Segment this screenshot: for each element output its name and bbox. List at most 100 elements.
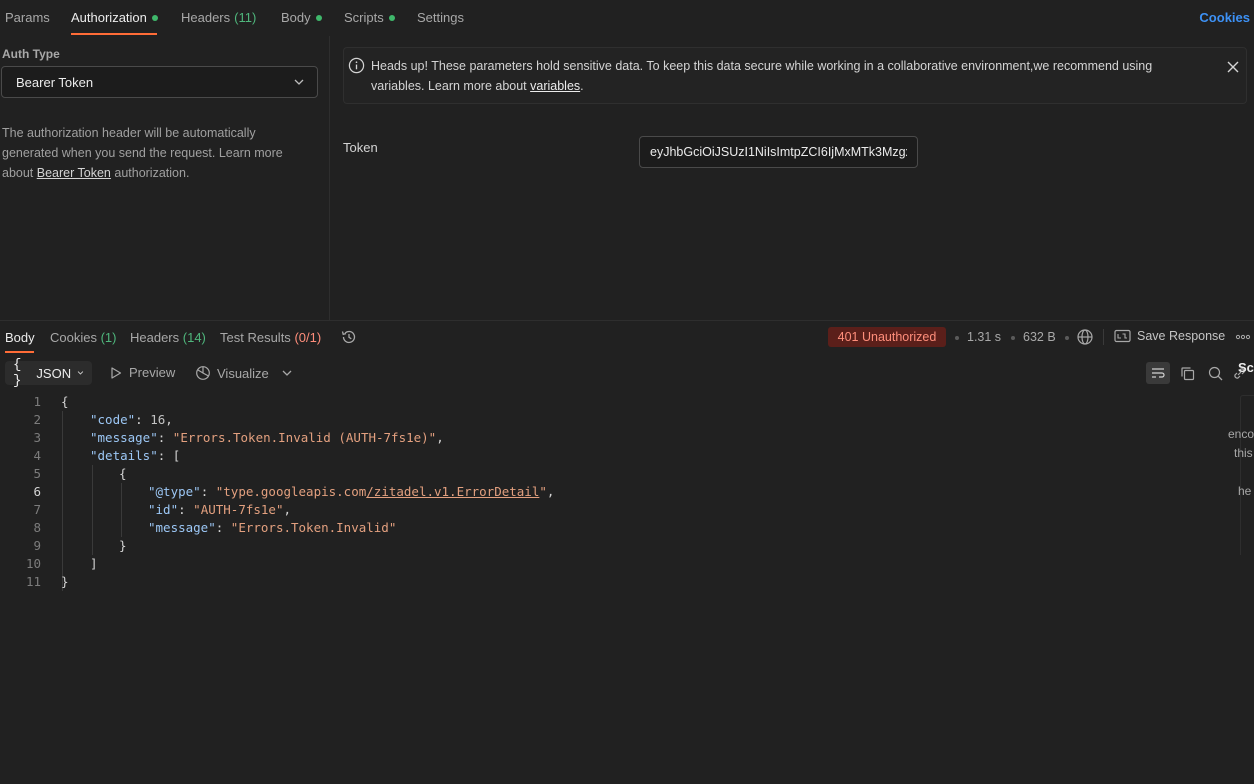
- response-tab-headers-label: Headers: [130, 330, 180, 345]
- json-key: "details": [90, 448, 158, 463]
- response-tab-cookies[interactable]: Cookies (1): [50, 330, 116, 345]
- json-value: 16: [150, 412, 166, 427]
- active-response-tab-indicator: [5, 351, 34, 353]
- token-input[interactable]: [639, 136, 918, 168]
- auth-desc-end: authorization.: [110, 166, 190, 180]
- modified-dot: [388, 14, 395, 21]
- response-tab-test-results[interactable]: Test Results (0/1): [220, 330, 321, 345]
- bearer-token-link[interactable]: Bearer Token: [37, 166, 111, 180]
- format-value: JSON: [36, 365, 72, 381]
- auth-type-select[interactable]: Bearer Token: [1, 66, 318, 98]
- code-text: "@type": "type.googleapis.com/zitadel.v1…: [148, 484, 555, 499]
- braces-icon: { }: [13, 357, 22, 389]
- tab-scripts-label: Scripts: [344, 10, 384, 25]
- line-number: 7: [33, 502, 41, 517]
- response-size[interactable]: 632 B: [1023, 330, 1056, 344]
- close-icon[interactable]: [1226, 60, 1240, 74]
- history-icon[interactable]: [340, 328, 358, 346]
- code-text: "id": "AUTH-7fs1e",: [148, 502, 292, 517]
- response-tab-body[interactable]: Body: [5, 330, 35, 345]
- response-tab-headers[interactable]: Headers (14): [130, 330, 206, 345]
- auth-type-label: Auth Type: [2, 47, 60, 61]
- response-tab-tests-label: Test Results: [220, 330, 291, 345]
- code-text: "message": "Errors.Token.Invalid": [148, 520, 397, 535]
- clipped-side-panel: [1240, 395, 1254, 555]
- code-text: {: [61, 394, 69, 409]
- copy-button[interactable]: [1175, 362, 1199, 384]
- code-text: "message": "Errors.Token.Invalid (AUTH-7…: [90, 430, 444, 445]
- more-options-icon[interactable]: [1235, 334, 1251, 340]
- json-value: "type.googleapis.com/zitadel.v1.ErrorDet…: [216, 484, 547, 499]
- format-select[interactable]: { } JSON: [5, 357, 92, 389]
- separator-dot: [1011, 336, 1015, 340]
- wrap-lines-button[interactable]: [1146, 362, 1170, 384]
- line-number: 5: [33, 466, 41, 481]
- json-key: "id": [148, 502, 179, 517]
- response-tab-cookies-count: (1): [100, 330, 117, 345]
- pane-divider[interactable]: [0, 320, 1254, 321]
- json-key: "code": [90, 412, 136, 427]
- tab-body-label: Body: [281, 10, 311, 25]
- search-button[interactable]: [1203, 362, 1227, 384]
- save-response-label: Save Response: [1137, 329, 1226, 343]
- tab-settings[interactable]: Settings: [417, 10, 464, 25]
- status-badge[interactable]: 401 Unauthorized: [828, 327, 946, 347]
- response-time[interactable]: 1.31 s: [967, 330, 1001, 344]
- cookies-link[interactable]: Cookies: [1199, 10, 1250, 25]
- response-tab-tests-count: (0/1): [294, 330, 322, 345]
- alert-end: .: [580, 79, 584, 93]
- json-value: "AUTH-7fs1e": [193, 502, 284, 517]
- json-key: "message": [90, 430, 158, 445]
- tab-authorization[interactable]: Authorization: [71, 10, 158, 25]
- copy-icon: [1180, 366, 1194, 380]
- tab-scripts[interactable]: Scripts: [344, 10, 395, 25]
- tab-headers[interactable]: Headers (11): [181, 10, 256, 25]
- json-key: "@type": [148, 484, 201, 499]
- json-value: "Errors.Token.Invalid": [230, 520, 397, 535]
- preview-label: Preview: [129, 365, 176, 380]
- line-number: 4: [33, 448, 41, 463]
- globe-icon[interactable]: [1076, 328, 1094, 346]
- clipped-text: he: [1238, 484, 1252, 498]
- chevron-down-icon: [77, 371, 84, 375]
- line-number: 8: [33, 520, 41, 535]
- separator-dot: [955, 336, 959, 340]
- variables-link[interactable]: variables: [530, 79, 580, 93]
- line-number: 9: [33, 538, 41, 553]
- visualize-button[interactable]: Visualize: [195, 365, 269, 381]
- code-text: ]: [90, 556, 98, 571]
- json-key: "message": [148, 520, 216, 535]
- info-icon: [348, 57, 365, 74]
- response-tab-cookies-label: Cookies: [50, 330, 97, 345]
- save-response-icon: [1114, 329, 1131, 343]
- tab-params[interactable]: Params: [5, 10, 50, 25]
- indent-guide: [121, 483, 122, 537]
- type-url-link[interactable]: /zitadel.v1.ErrorDetail: [366, 484, 539, 499]
- tab-settings-label: Settings: [417, 10, 464, 25]
- line-number: 6: [33, 484, 41, 499]
- line-number: 2: [33, 412, 41, 427]
- response-tab-headers-count: (14): [182, 330, 206, 345]
- wrap-lines-icon: [1152, 368, 1165, 378]
- visualize-label: Visualize: [217, 365, 269, 381]
- code-text: {: [119, 466, 127, 481]
- chevron-down-icon[interactable]: [281, 367, 293, 379]
- code-text: "code": 16,: [90, 412, 173, 427]
- line-number: 11: [25, 574, 41, 589]
- chevron-down-icon: [294, 79, 304, 85]
- tab-headers-label: Headers: [181, 10, 231, 25]
- token-label: Token: [343, 140, 378, 155]
- save-response-button[interactable]: Save Response: [1114, 329, 1225, 343]
- line-number: 3: [33, 430, 41, 445]
- preview-button[interactable]: Preview: [109, 365, 175, 380]
- line-number: 10: [25, 556, 41, 571]
- code-text: "details": [: [90, 448, 181, 463]
- tab-body[interactable]: Body: [281, 10, 322, 25]
- tab-authorization-label: Authorization: [71, 10, 147, 25]
- json-value-part: ": [539, 484, 547, 499]
- indent-guide: [92, 465, 93, 555]
- sensitive-data-alert: Heads up! These parameters hold sensitiv…: [343, 47, 1247, 104]
- clipped-text: this: [1234, 446, 1253, 460]
- modified-dot: [151, 14, 158, 21]
- alert-text: Heads up! These parameters hold sensitiv…: [371, 59, 1153, 93]
